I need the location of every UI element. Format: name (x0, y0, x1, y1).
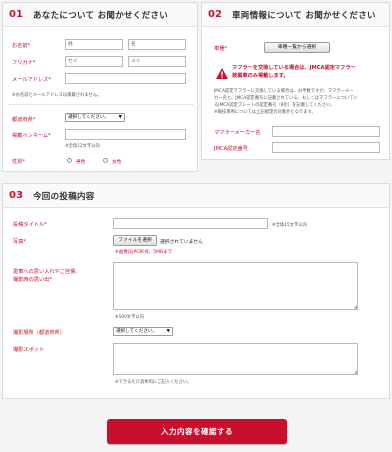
divider (9, 104, 193, 105)
photo-note: ※画像はJPG形式、5MBまで (115, 250, 173, 255)
select-vehicle-button[interactable]: 車種一覧から選択 (264, 42, 330, 53)
location-select[interactable]: 選択してください。 ▼ (113, 327, 173, 336)
spot-note: ※できるだけ具体的にご記入ください。 (115, 380, 192, 385)
love-note: ※500文字以内 (115, 315, 144, 320)
chevron-down-icon: ▼ (166, 329, 170, 334)
love-label-line2: 撮影時の思い出* (13, 277, 52, 283)
email-input[interactable] (65, 73, 186, 84)
spot-textarea[interactable]: ◢ (113, 343, 358, 375)
muffler-maker-label: マフラーメーカー名 (214, 130, 261, 136)
email-note: ※お名前とメールアドレスは掲載されません。 (12, 93, 102, 98)
chevron-down-icon: ▼ (118, 115, 122, 120)
warning-icon (216, 68, 228, 79)
penname-note: ※全角12文字以内 (65, 144, 100, 149)
info-line-4: ※競技専用については上記規定の対象外となります。 (214, 110, 316, 115)
love-story-textarea[interactable]: ◢ (113, 262, 358, 310)
panel-vehicle-info: 02 車両情報について お聞かせください 車種* 車種一覧から選択 マフラーを交… (201, 2, 390, 160)
post-title-note: ※全角15文字以内 (272, 223, 307, 228)
info-line-2: カー名と、JMCA認定番号に記載されている、もしくはマフラーについてい (214, 96, 358, 101)
email-label: メールアドレス* (12, 77, 51, 83)
post-title-label: 投稿タイトル* (13, 222, 47, 228)
jmca-info-text: JMCA認定マフラーに交換している場合は、お手数ですが、マフラーメー カー名と、… (214, 88, 358, 116)
panel-header: 01 あなたについて お聞かせください (3, 3, 197, 27)
vehicle-label: 車種* (214, 46, 227, 52)
gender-male-label[interactable]: 男性 (76, 158, 86, 165)
confirm-submit-button[interactable]: 入力内容を確認する (107, 419, 287, 444)
info-line-3: るJMCA認定プレートの認定番号（8桁）を記載してください。 (214, 103, 335, 108)
location-select-value: 選択してください。 (116, 329, 158, 334)
panel-header: 03 今回の投稿内容 (3, 184, 389, 208)
section-number: 02 (208, 9, 222, 20)
furigana-last-input[interactable]: セイ (65, 56, 123, 67)
penname-label: 掲載ペンネーム* (12, 133, 51, 139)
prefecture-select-value: 選択してください。 (68, 115, 110, 120)
prefecture-label: 都道府県* (12, 117, 36, 123)
furigana-first-input[interactable]: メイ (128, 56, 186, 67)
love-label-line1: 愛車への思い入れやご自慢、 (13, 269, 81, 275)
location-label: 撮影場所（都道府県） (13, 330, 65, 336)
photo-label: 写真* (13, 239, 26, 245)
section-title: あなたについて お聞かせください (33, 10, 169, 21)
section-title: 車両情報について お聞かせください (232, 10, 376, 21)
last-name-input[interactable]: 姓 (65, 39, 123, 50)
resize-handle-icon[interactable]: ◢ (354, 305, 357, 309)
gender-female-label[interactable]: 女性 (112, 158, 122, 165)
prefecture-select[interactable]: 選択してください。 ▼ (65, 113, 125, 122)
spot-label: 撮影スポット (13, 347, 45, 353)
post-title-input[interactable] (113, 218, 268, 229)
info-line-1: JMCA認定マフラーに交換している場合は、お手数ですが、マフラーメー (214, 89, 354, 94)
muffler-warning: マフラーを交換している場合は、JMCA認定マフラー 装着車のみ掲載します。 (232, 64, 356, 80)
warning-line-1: マフラーを交換している場合は、JMCA認定マフラー (232, 65, 356, 71)
section-number: 01 (9, 9, 23, 20)
section-number: 03 (9, 190, 23, 201)
resize-handle-icon[interactable]: ◢ (354, 370, 357, 374)
panel-about-you: 01 あなたについて お聞かせください お名前* 姓 名 フリガナ* セイ メイ… (2, 2, 198, 172)
gender-male-radio[interactable] (67, 158, 72, 163)
first-name-input[interactable]: 名 (128, 39, 186, 50)
file-status: 選択されていません (160, 240, 203, 245)
penname-input[interactable] (65, 129, 186, 140)
gender-female-radio[interactable] (103, 158, 108, 163)
muffler-maker-input[interactable] (272, 126, 380, 137)
panel-header: 02 車両情報について お聞かせください (202, 3, 389, 27)
file-select-button[interactable]: ファイルを選択 (113, 235, 157, 246)
furigana-label: フリガナ* (12, 60, 36, 66)
gender-label: 性別* (12, 159, 25, 165)
jmca-number-label: JMCA認定番号 (214, 146, 248, 152)
section-title: 今回の投稿内容 (33, 191, 95, 202)
jmca-number-input[interactable] (272, 142, 380, 153)
panel-post-content: 03 今回の投稿内容 投稿タイトル* ※全角15文字以内 写真* ファイルを選択… (2, 183, 390, 399)
warning-line-2: 装着車のみ掲載します。 (232, 73, 289, 79)
name-label: お名前* (12, 43, 31, 49)
